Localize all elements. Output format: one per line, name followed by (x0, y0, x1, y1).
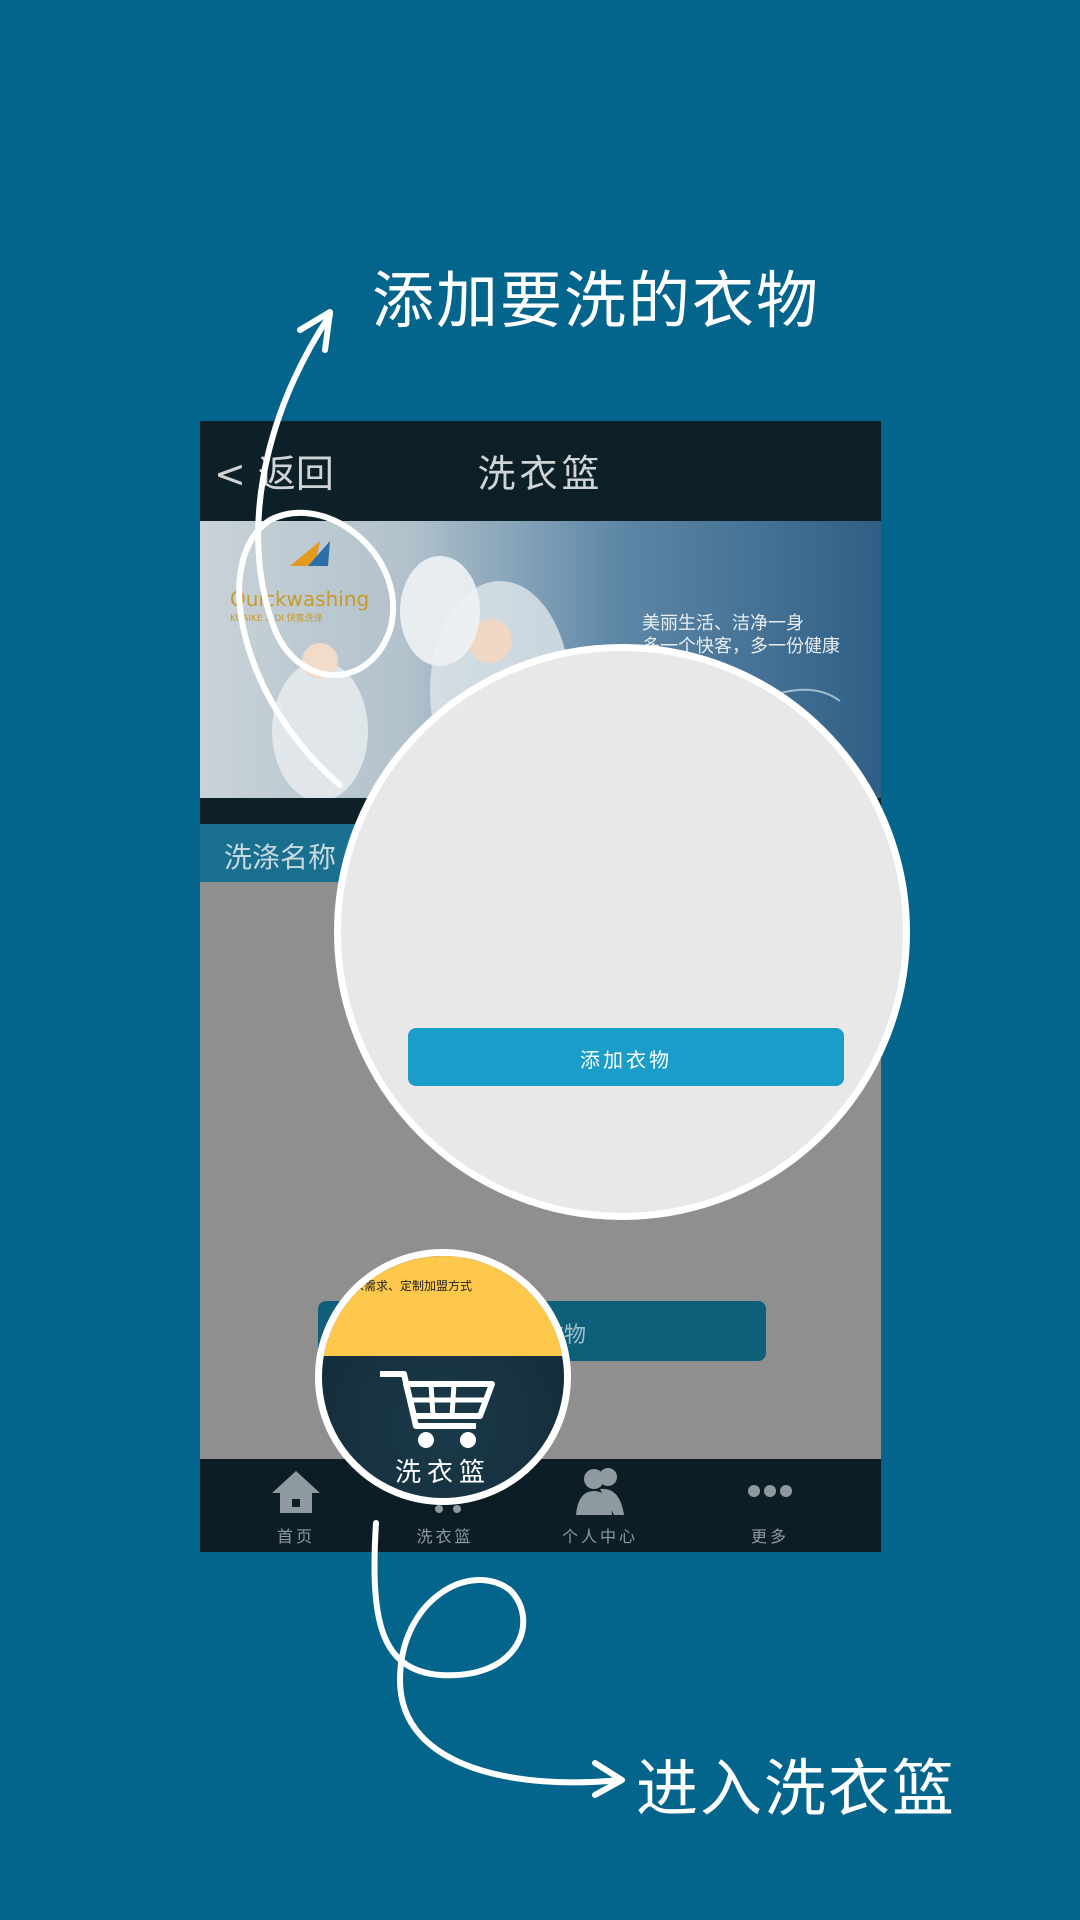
annotation-arrows (236, 309, 625, 1798)
bottom-caption: 进入洗衣篮 (636, 1752, 957, 1825)
